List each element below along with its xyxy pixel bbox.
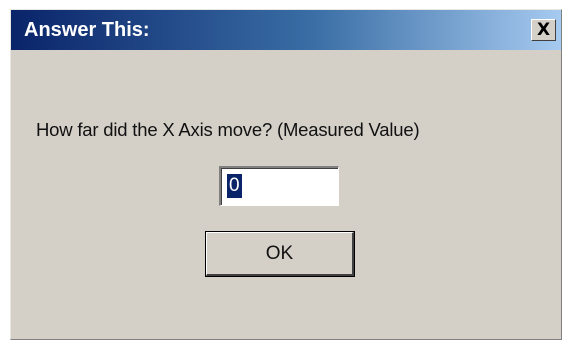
answer-dialog: Answer This: X How far did the X Axis mo… — [10, 9, 562, 340]
close-button[interactable]: X — [531, 19, 556, 41]
question-label: How far did the X Axis move? (Measured V… — [36, 119, 420, 140]
dialog-title: Answer This: — [24, 19, 150, 41]
ok-button[interactable]: OK — [205, 231, 355, 277]
measured-value-input[interactable] — [219, 166, 339, 206]
close-icon: X — [536, 19, 551, 40]
title-bar: Answer This: X — [11, 10, 561, 50]
